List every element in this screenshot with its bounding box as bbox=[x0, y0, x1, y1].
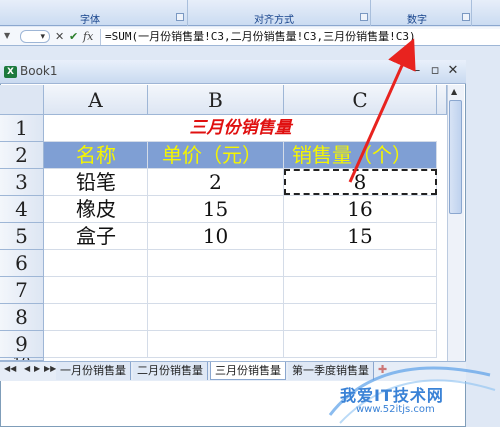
watermark-url: www.52itjs.com bbox=[356, 404, 435, 415]
watermark-text: 我爱IT技术网 bbox=[340, 386, 444, 405]
